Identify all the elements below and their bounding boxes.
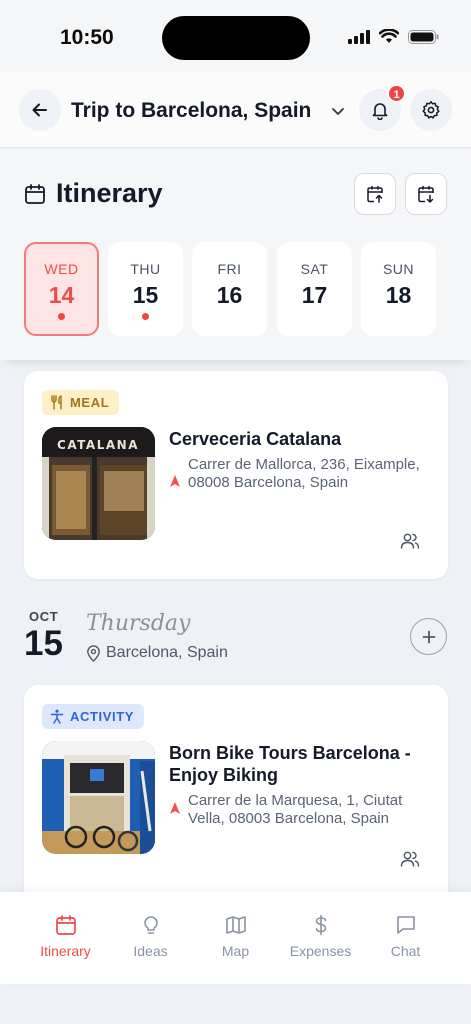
people-icon[interactable] <box>400 850 420 868</box>
place-address[interactable]: Carrer de la Marquesa, 1, Ciutat Vella, … <box>188 792 428 828</box>
battery-icon <box>408 29 439 44</box>
place-name[interactable]: Born Bike Tours Barcelona - Enjoy Biking <box>169 742 434 786</box>
restaurant-sign-text: CATALANA <box>57 438 139 452</box>
home-indicator-area <box>0 984 471 1024</box>
dynamic-island <box>162 16 310 60</box>
tab-label: Ideas <box>133 943 168 959</box>
plus-icon <box>422 630 435 643</box>
gear-icon <box>422 101 440 119</box>
people-icon[interactable] <box>400 532 420 550</box>
notification-badge: 1 <box>387 84 406 103</box>
tab-expenses[interactable]: Expenses <box>278 914 363 959</box>
status-time: 10:50 <box>60 26 114 49</box>
tab-label: Chat <box>390 943 421 959</box>
trip-header: Trip to Barcelona, Spain <box>0 72 471 148</box>
day-location: Barcelona, Spain <box>106 644 228 661</box>
place-address[interactable]: Carrer de Mallorca, 236, Eixample, 08008… <box>188 456 428 492</box>
day-chip-sun[interactable]: SUN 18 <box>361 242 436 336</box>
itinerary-title: Itinerary <box>56 178 163 208</box>
status-bar: 10:50 <box>0 0 471 72</box>
calendar-icon <box>25 184 45 204</box>
day-month: OCT <box>29 609 59 624</box>
status-icons <box>348 29 439 44</box>
add-item-button[interactable] <box>410 618 447 655</box>
meal-tag: MEAL <box>42 390 120 415</box>
bottom-tab-bar: Itinerary Ideas Map Expenses Chat <box>0 892 471 984</box>
day-date: 16 <box>216 282 243 308</box>
tab-label: Map <box>221 943 250 959</box>
calendar-download-icon <box>418 185 434 203</box>
events-dot <box>142 313 149 320</box>
calendar-import-button[interactable] <box>405 173 447 215</box>
bell-icon <box>372 103 388 120</box>
calendar-export-button[interactable] <box>354 173 396 215</box>
day-name: FRI <box>217 261 242 277</box>
day-date: 15 <box>132 282 159 308</box>
events-dot <box>58 313 65 320</box>
calendar-icon <box>55 915 76 935</box>
day-date: 14 <box>48 282 75 308</box>
calendar-upload-icon <box>367 185 383 203</box>
navigation-arrow-icon <box>170 802 180 814</box>
itinerary-card-activity[interactable]: ACTIVITY Born Bike Tours Barcelona - Enj… <box>24 685 448 915</box>
navigation-arrow-icon <box>170 475 180 487</box>
day-chip-thu[interactable]: THU 15 <box>108 242 183 336</box>
tab-label: Expenses <box>289 943 352 959</box>
tab-label: Itinerary <box>40 943 91 959</box>
activity-tag: ACTIVITY <box>42 704 145 729</box>
itinerary-card-meal[interactable]: MEAL CATALANA Cerveceria Catalana Carrer… <box>24 371 448 579</box>
back-button[interactable] <box>19 89 61 131</box>
lightbulb-icon <box>143 916 158 934</box>
tab-map[interactable]: Map <box>193 914 278 959</box>
signal-icon <box>348 29 370 44</box>
tag-label: ACTIVITY <box>70 709 135 724</box>
bike-shop-photo <box>42 741 155 854</box>
day-weekday: Thursday <box>86 611 191 636</box>
trip-title[interactable]: Trip to Barcelona, Spain <box>71 99 311 123</box>
wifi-icon <box>379 29 399 43</box>
dollar-icon <box>315 914 326 936</box>
place-photo[interactable] <box>42 741 155 854</box>
day-chip-sat[interactable]: SAT 17 <box>277 242 352 336</box>
day-chip-fri[interactable]: FRI 16 <box>192 242 267 336</box>
tab-ideas[interactable]: Ideas <box>108 914 193 959</box>
day-chip-wed[interactable]: WED 14 <box>24 242 99 336</box>
day-name: WED <box>44 261 79 277</box>
map-icon <box>225 916 246 934</box>
day-name: THU <box>130 261 161 277</box>
place-photo[interactable]: CATALANA <box>42 427 155 540</box>
tab-chat[interactable]: Chat <box>363 914 448 959</box>
day-name: SUN <box>382 261 415 277</box>
tab-itinerary[interactable]: Itinerary <box>23 914 108 959</box>
location-pin-icon <box>87 645 100 662</box>
tag-label: MEAL <box>70 395 110 410</box>
chevron-down-icon[interactable] <box>330 103 346 119</box>
arrow-left-icon <box>32 103 47 117</box>
day-date: 17 <box>301 282 328 308</box>
fork-knife-icon <box>51 395 62 410</box>
restaurant-photo: CATALANA <box>42 427 155 540</box>
person-activity-icon <box>50 709 64 724</box>
settings-button[interactable] <box>410 89 452 131</box>
chat-icon <box>396 916 415 934</box>
day-date: 18 <box>385 282 412 308</box>
place-name[interactable]: Cerveceria Catalana <box>169 428 434 450</box>
day-number: 15 <box>24 624 63 663</box>
day-name: SAT <box>300 261 329 277</box>
